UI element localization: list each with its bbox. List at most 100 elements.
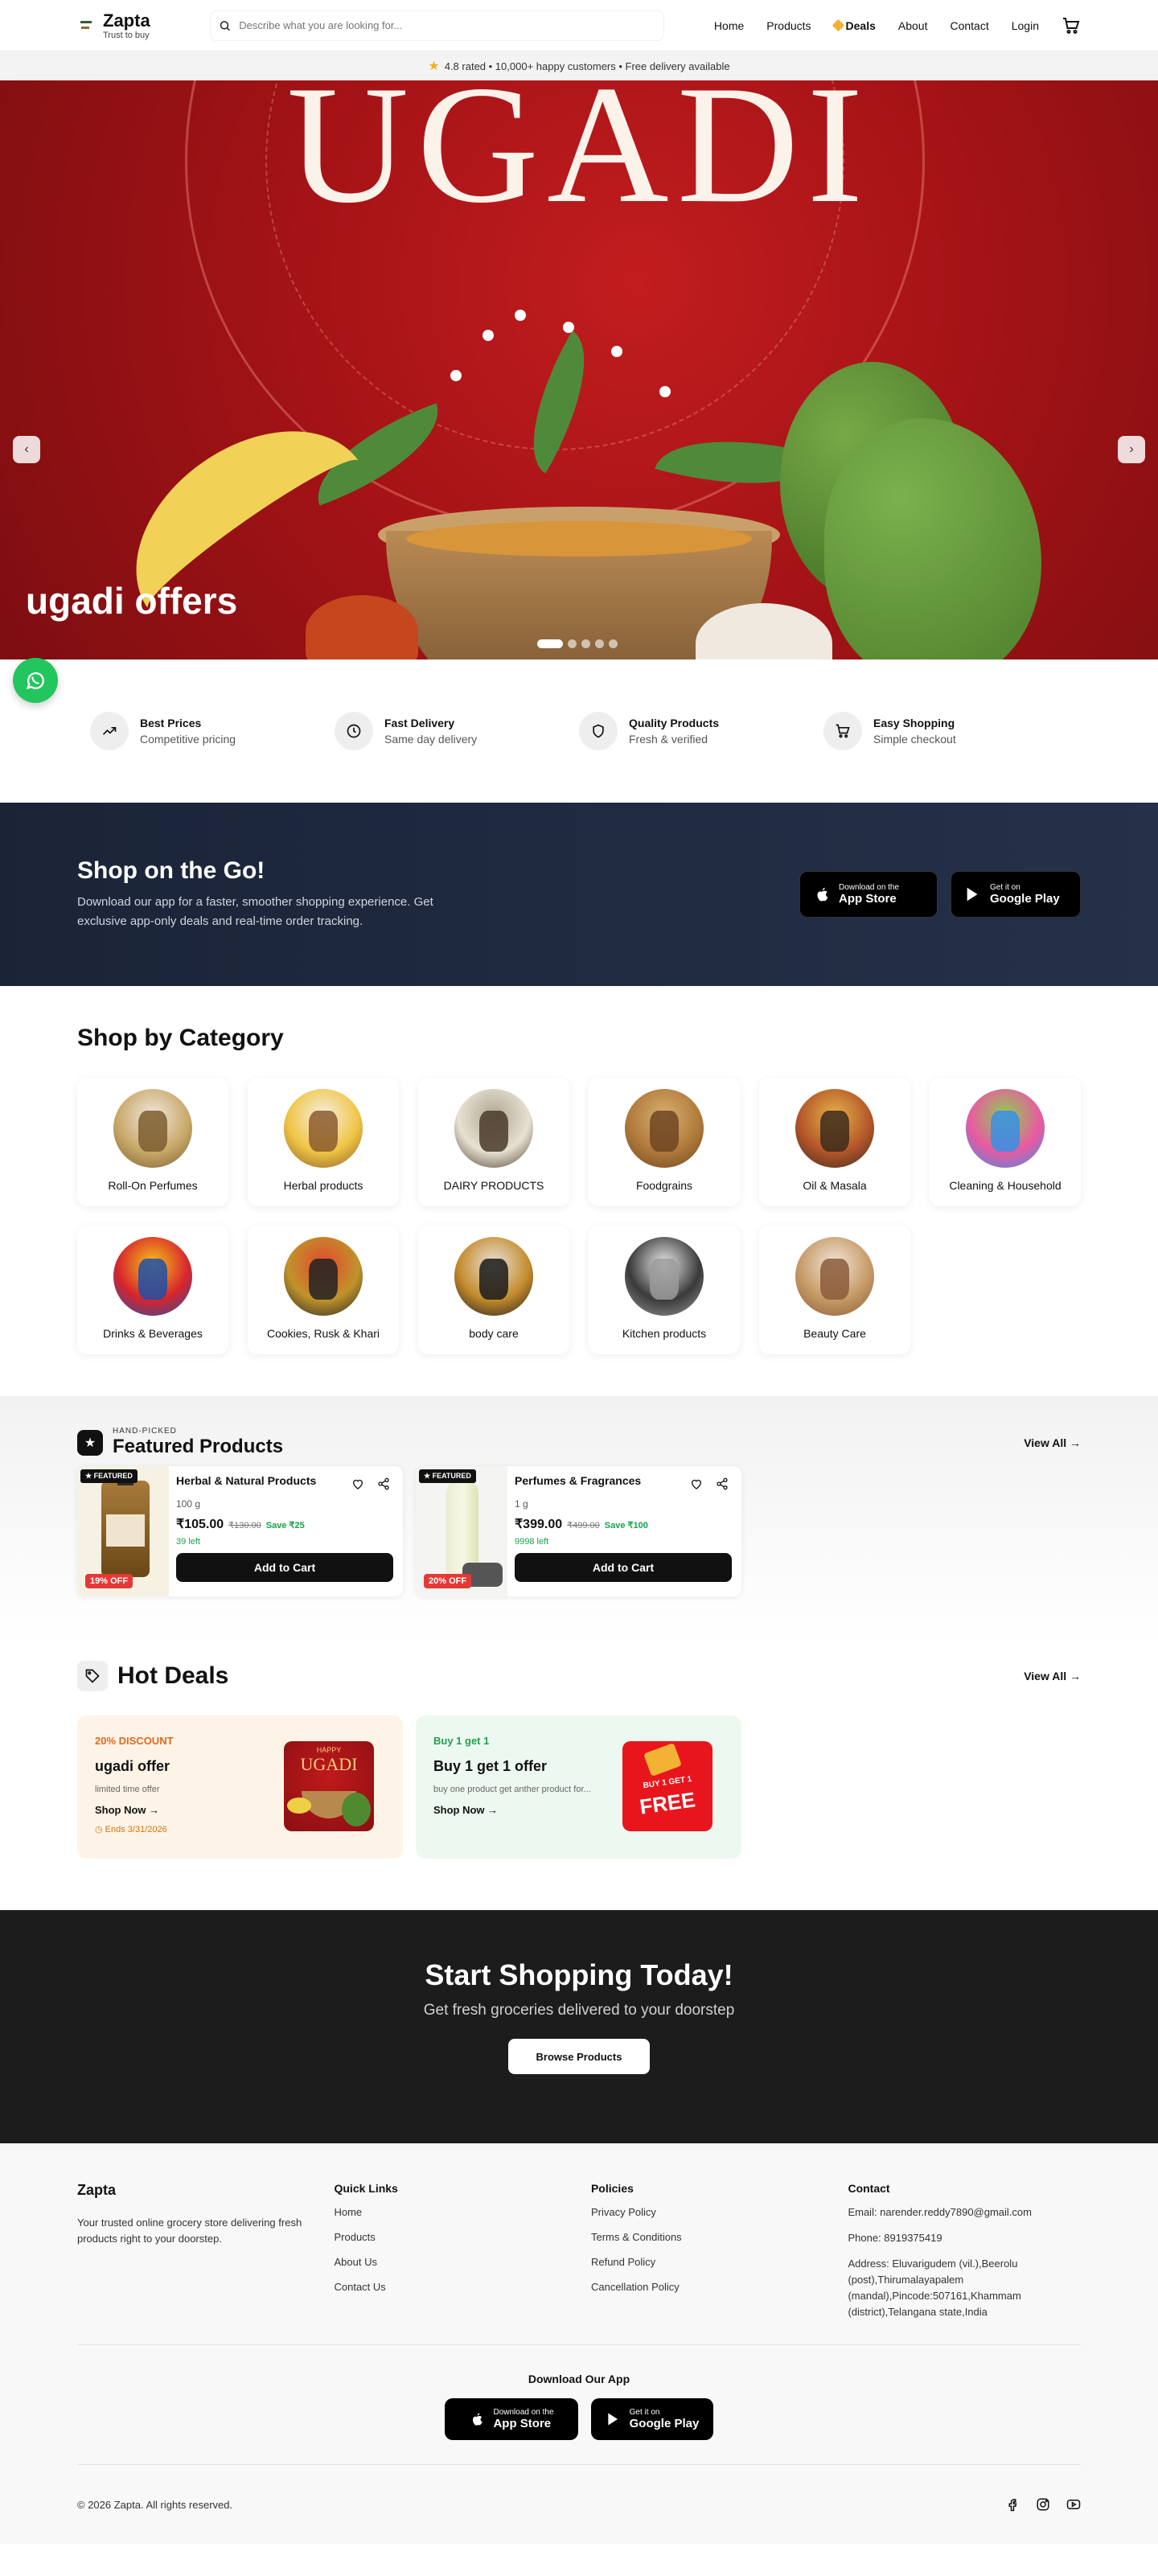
apple-icon — [817, 887, 828, 902]
store-small-label: Get it on — [629, 2408, 660, 2417]
deal-image: HAPPY UGADI — [284, 1741, 374, 1831]
app-store-button[interactable]: Download on the App Store — [445, 2398, 578, 2440]
add-to-cart-button[interactable]: Add to Cart — [176, 1553, 393, 1582]
nav-contact[interactable]: Contact — [950, 19, 988, 32]
nav-home[interactable]: Home — [714, 19, 744, 32]
brand-logo[interactable]: Zapta Trust to buy — [77, 10, 206, 40]
hero-flower — [515, 310, 526, 321]
footer-link-home[interactable]: Home — [334, 2205, 590, 2220]
footer-link-refund[interactable]: Refund Policy — [591, 2255, 848, 2270]
featured-view-all-link[interactable]: View All → — [1024, 1436, 1081, 1449]
category-grid: Roll-On Perfumes Herbal products DAIRY PRO… — [77, 1078, 1081, 1354]
category-card[interactable]: Roll-On Perfumes — [77, 1078, 228, 1206]
app-store-button[interactable]: Download on the App Store — [799, 871, 938, 918]
deal-cards: 20% DISCOUNT ugadi offer limited time of… — [77, 1715, 1081, 1859]
share-icon[interactable] — [377, 1477, 390, 1490]
nav-deals[interactable]: Deals — [832, 19, 876, 32]
feature-item: Best Prices Competitive pricing — [90, 712, 335, 750]
play-store-icon — [967, 887, 978, 902]
product-card[interactable]: ★ FEATURED 20% OFF Perfumes & Fragrances… — [416, 1466, 741, 1596]
footer-link-contact[interactable]: Contact Us — [334, 2280, 590, 2295]
site-footer: Zapta Your trusted online grocery store … — [0, 2143, 1158, 2544]
browse-products-button[interactable]: Browse Products — [508, 2039, 650, 2074]
cart-icon[interactable] — [1062, 16, 1081, 35]
app-promo-text: Shop on the Go! Download our app for a f… — [77, 857, 455, 931]
nav-products[interactable]: Products — [766, 19, 811, 32]
trending-up-icon — [90, 712, 129, 750]
category-card[interactable]: Beauty Care — [759, 1226, 910, 1354]
add-to-cart-button[interactable]: Add to Cart — [515, 1553, 732, 1582]
facebook-icon[interactable] — [1005, 2497, 1020, 2512]
feature-title: Quality Products — [629, 717, 720, 729]
product-image: ★ FEATURED 19% OFF — [77, 1466, 169, 1596]
category-image-detail — [650, 1259, 679, 1300]
carousel-prev-button[interactable]: ‹ — [13, 436, 40, 463]
category-card[interactable]: Kitchen products — [589, 1226, 740, 1354]
footer-link-products[interactable]: Products — [334, 2230, 590, 2245]
category-label: Drinks & Beverages — [103, 1327, 203, 1340]
store-big-label: Google Play — [629, 2417, 700, 2430]
hero-flower — [611, 346, 622, 357]
category-card[interactable]: body care — [418, 1226, 569, 1354]
category-image — [284, 1237, 363, 1316]
carousel-dot[interactable] — [568, 639, 577, 648]
star-icon: ★ — [428, 60, 440, 73]
store-small-label: Get it on — [990, 883, 1020, 892]
search-bar — [210, 10, 664, 41]
featured-heading: ★ HAND-PICKED Featured Products — [77, 1427, 283, 1458]
instagram-icon[interactable] — [1036, 2497, 1050, 2512]
share-icon[interactable] — [716, 1477, 729, 1490]
footer-phone[interactable]: Phone: 8919375419 — [848, 2230, 1081, 2246]
feature-title: Easy Shopping — [873, 717, 955, 729]
category-card[interactable]: Cookies, Rusk & Khari — [248, 1226, 399, 1354]
category-card[interactable]: Cleaning & Household — [930, 1078, 1081, 1206]
category-card[interactable]: DAIRY PRODUCTS — [418, 1078, 569, 1206]
product-image: ★ FEATURED 20% OFF — [416, 1466, 507, 1596]
youtube-icon[interactable] — [1066, 2497, 1081, 2512]
product-details: Herbal & Natural Products 100 g ₹105.00 … — [169, 1466, 403, 1596]
search-input[interactable] — [239, 19, 655, 31]
google-play-button[interactable]: Get it on Google Play — [951, 871, 1081, 918]
carousel-dot[interactable] — [537, 639, 563, 648]
footer-email[interactable]: Email: narender.reddy7890@gmail.com — [848, 2204, 1081, 2221]
footer-link-about[interactable]: About Us — [334, 2255, 590, 2270]
cart-icon — [823, 712, 862, 750]
logo-mark-icon — [77, 17, 95, 35]
category-card[interactable]: Foodgrains — [589, 1078, 740, 1206]
bottle-label — [106, 1514, 145, 1547]
google-play-button[interactable]: Get it on Google Play — [591, 2398, 713, 2440]
deal-mango — [342, 1793, 371, 1826]
footer-brand-col: Zapta Your trusted online grocery store … — [77, 2182, 334, 2320]
category-card[interactable]: Drinks & Beverages — [77, 1226, 228, 1354]
footer-link-terms[interactable]: Terms & Conditions — [591, 2230, 848, 2245]
deal-card[interactable]: Buy 1 get 1 Buy 1 get 1 offer buy one pr… — [416, 1715, 741, 1859]
deal-ends-text: Ends 3/31/2026 — [105, 1825, 167, 1834]
feature-item: Fast Delivery Same day delivery — [335, 712, 579, 750]
carousel-dot[interactable] — [609, 639, 618, 648]
heart-icon[interactable] — [690, 1477, 703, 1490]
hot-deals-view-all-link[interactable]: View All → — [1024, 1670, 1081, 1682]
footer-link-privacy[interactable]: Privacy Policy — [591, 2205, 848, 2220]
category-card[interactable]: Oil & Masala — [759, 1078, 910, 1206]
app-promo-desc: Download our app for a faster, smoother … — [77, 895, 433, 928]
whatsapp-button[interactable] — [13, 658, 58, 703]
deal-card[interactable]: 20% DISCOUNT ugadi offer limited time of… — [77, 1715, 403, 1859]
carousel-dot[interactable] — [581, 639, 590, 648]
carousel-next-button[interactable]: › — [1118, 436, 1145, 463]
featured-tag-label: FEATURED — [432, 1472, 471, 1480]
footer-link-cancellation[interactable]: Cancellation Policy — [591, 2280, 848, 2295]
cta-title: Start Shopping Today! — [425, 1958, 733, 1991]
product-actions — [690, 1477, 729, 1490]
hot-deals-header: Hot Deals View All → — [77, 1661, 1081, 1691]
nav-login[interactable]: Login — [1012, 19, 1039, 32]
carousel-dot[interactable] — [595, 639, 604, 648]
category-label: Cookies, Rusk & Khari — [266, 1327, 380, 1340]
nav-about[interactable]: About — [898, 19, 928, 32]
product-card[interactable]: ★ FEATURED 19% OFF Herbal & Natural Prod… — [77, 1466, 403, 1596]
category-image — [625, 1089, 704, 1168]
footer-bottom: © 2026 Zapta. All rights reserved. — [77, 2497, 1081, 2512]
footer-quick-links: Quick Links Home Products About Us Conta… — [334, 2182, 590, 2320]
footer-brand: Zapta — [77, 2182, 117, 2198]
heart-icon[interactable] — [351, 1477, 364, 1490]
category-card[interactable]: Herbal products — [248, 1078, 399, 1206]
